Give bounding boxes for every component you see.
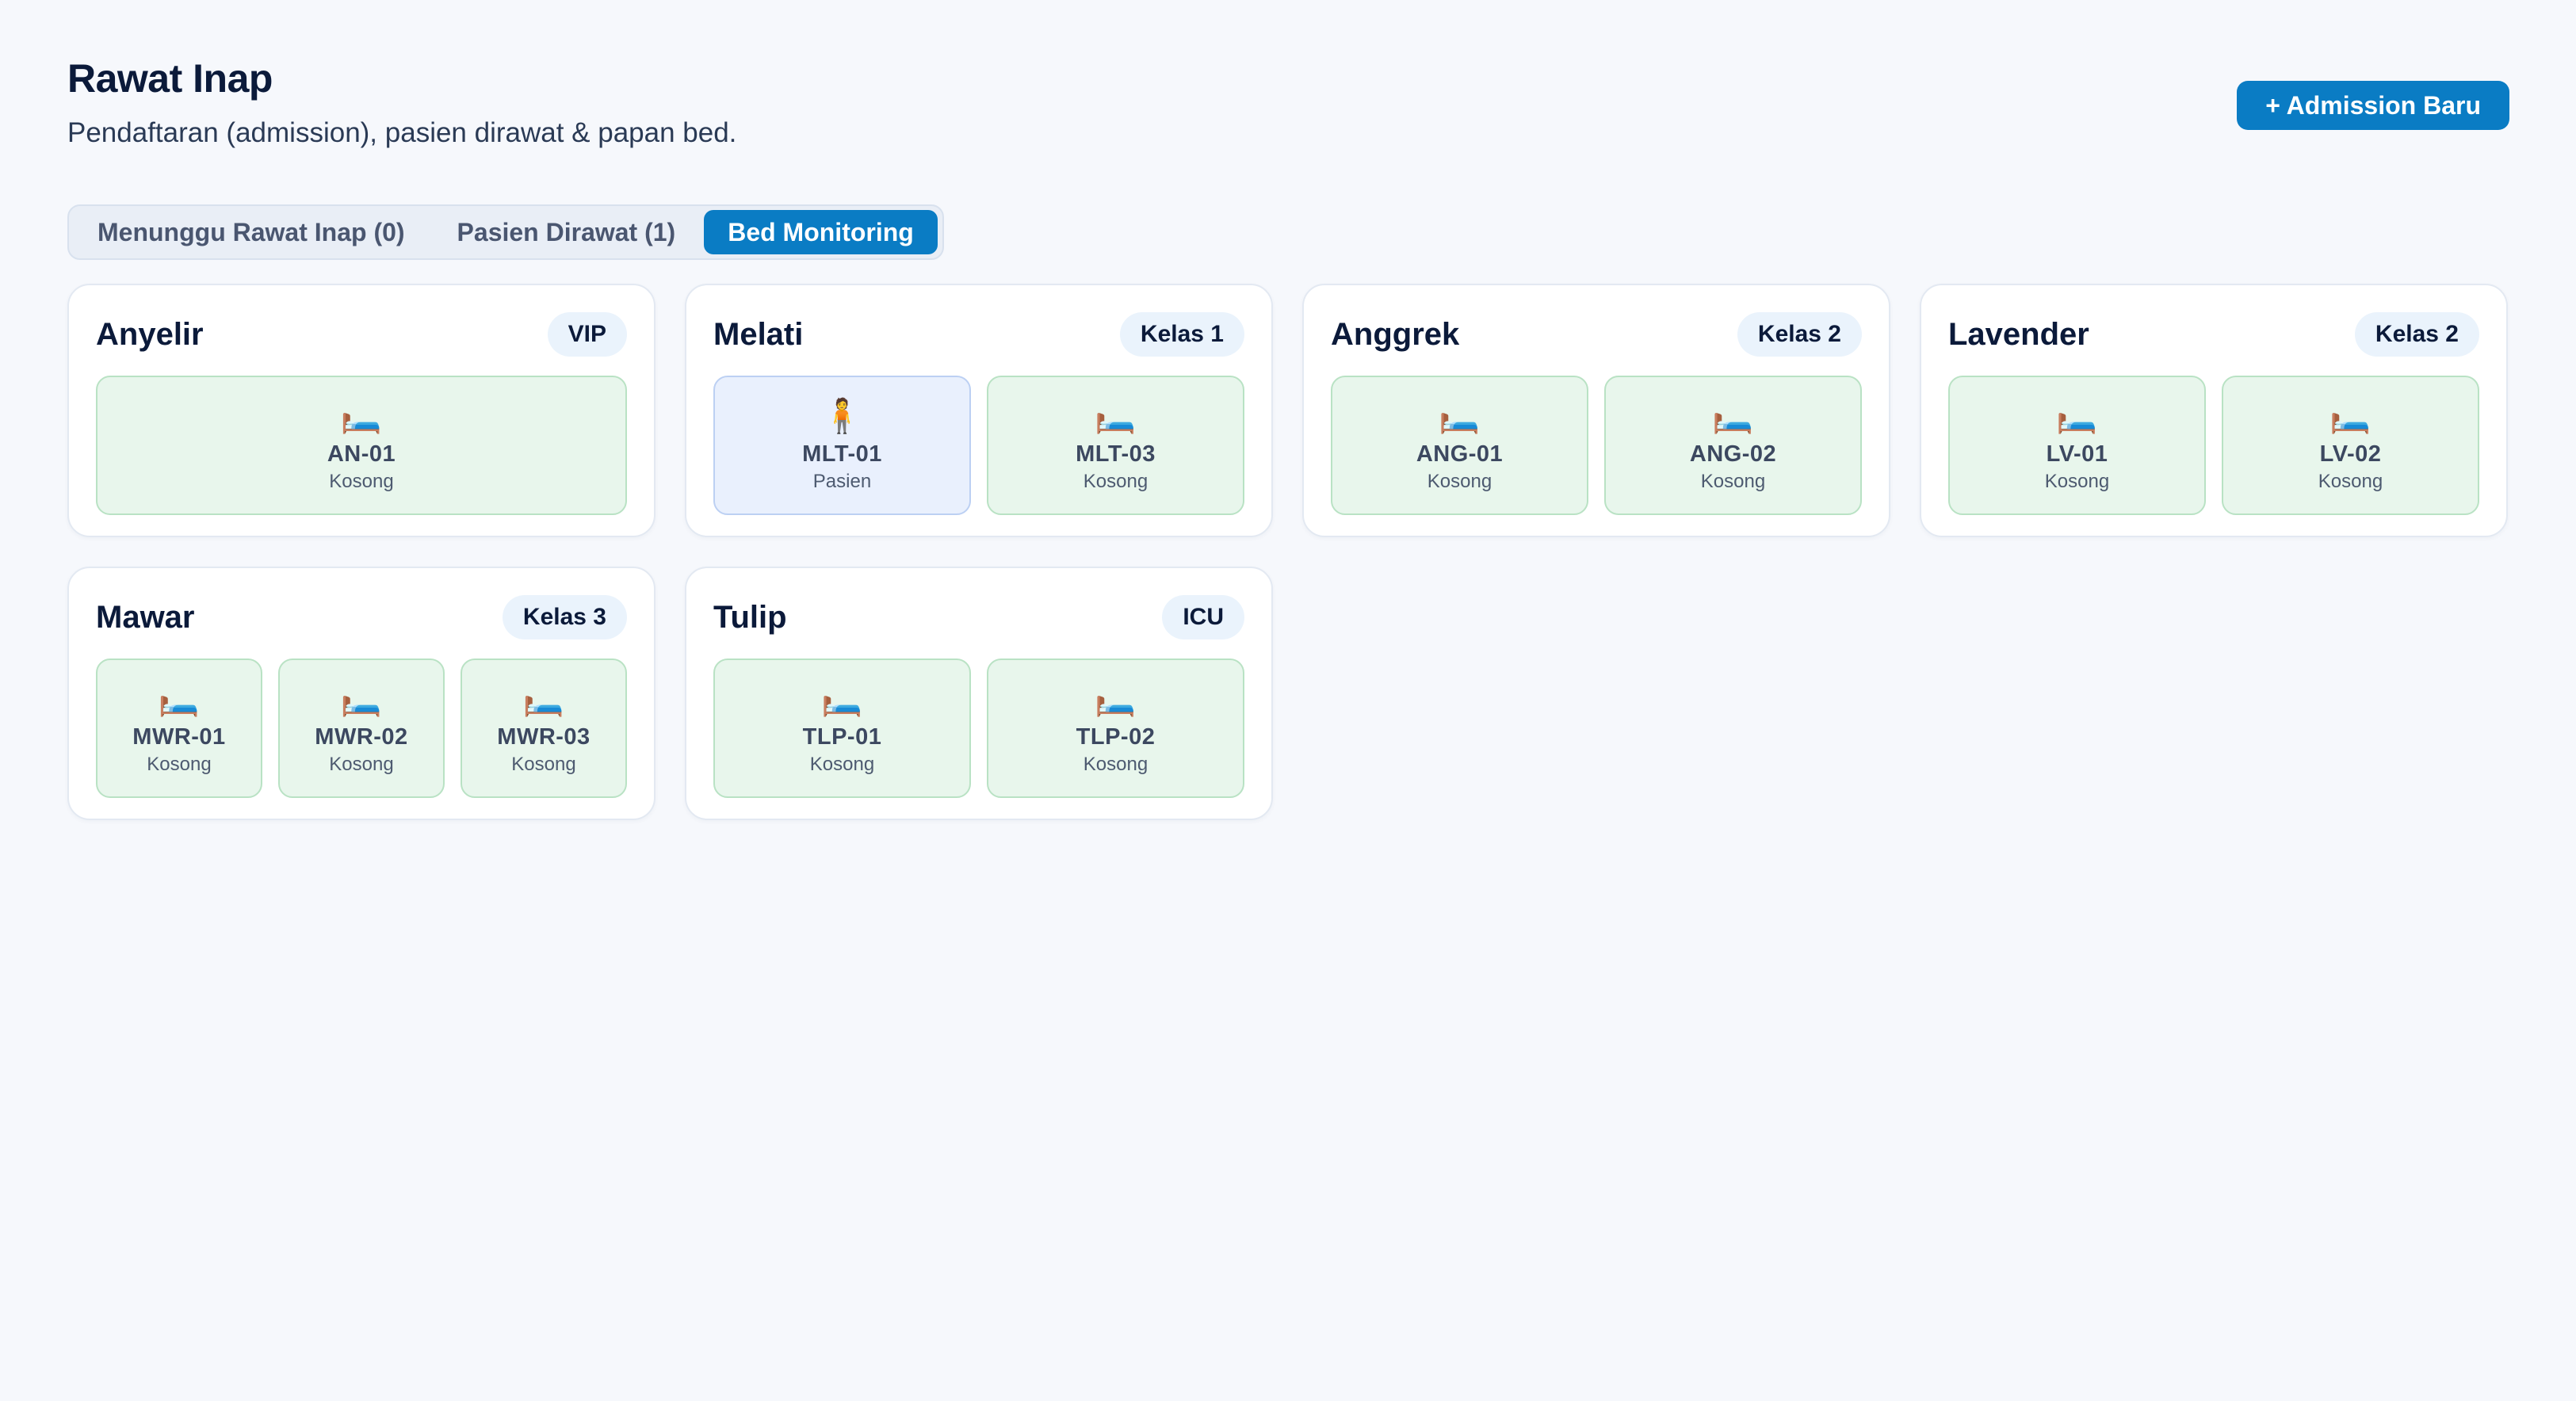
tab-label: Menunggu Rawat Inap (0): [97, 217, 405, 246]
bed-code: MWR-03: [497, 723, 590, 750]
page: Rawat Inap Pendaftaran (admission), pasi…: [0, 0, 2576, 1401]
bed-status: Kosong: [511, 753, 576, 775]
bed-code: ANG-02: [1689, 441, 1777, 467]
bed-code: MWR-01: [132, 723, 226, 750]
ward-card: Lavender Kelas 2 🛏️ LV-01 Kosong 🛏️ LV-02 Koson…: [1920, 284, 2508, 537]
ward-header: Mawar Kelas 3: [96, 595, 627, 639]
ward-card: Anyelir VIP 🛏️ AN-01 Kosong: [67, 284, 655, 537]
bed-list: 🧍 MLT-01 Pasien 🛏️ MLT-03 Kosong: [713, 376, 1244, 515]
bed-status: Kosong: [2318, 470, 2383, 492]
ward-header: Anggrek Kelas 2: [1331, 312, 1862, 357]
bed-icon: 🛏️: [821, 679, 863, 717]
ward-name: Melati: [713, 316, 804, 352]
bed-icon: 🛏️: [158, 679, 201, 717]
page-title: Rawat Inap: [67, 56, 273, 101]
ward-header: Anyelir VIP: [96, 312, 627, 357]
bed-icon: 🛏️: [522, 679, 565, 717]
page-header: Rawat Inap Pendaftaran (admission), pasi…: [67, 55, 736, 149]
bed-code: TLP-01: [802, 723, 882, 750]
bed-status: Kosong: [147, 753, 212, 775]
bed-code: TLP-02: [1076, 723, 1156, 750]
bed-tile[interactable]: 🧍 MLT-01 Pasien: [713, 376, 971, 515]
ward-card: Mawar Kelas 3 🛏️ MWR-01 Kosong 🛏️ MWR-02 Kosong…: [67, 567, 655, 820]
bed-icon: 🛏️: [1095, 396, 1137, 434]
bed-list: 🛏️ ANG-01 Kosong 🛏️ ANG-02 Kosong: [1331, 376, 1862, 515]
bed-tile[interactable]: 🛏️ LV-02 Kosong: [2222, 376, 2479, 515]
bed-status: Pasien: [812, 470, 872, 492]
ward-name: Anggrek: [1331, 316, 1460, 352]
ward-header: Melati Kelas 1: [713, 312, 1244, 357]
bed-icon: 🛏️: [1712, 396, 1754, 434]
bed-tile[interactable]: 🛏️ ANG-02 Kosong: [1604, 376, 1862, 515]
bed-icon: 🛏️: [340, 679, 383, 717]
bed-code: LV-02: [2319, 441, 2382, 467]
ward-class-badge: Kelas 3: [502, 595, 627, 639]
bed-tile[interactable]: 🛏️ LV-01 Kosong: [1948, 376, 2206, 515]
bed-status: Kosong: [1083, 753, 1148, 775]
bed-list: 🛏️ TLP-01 Kosong 🛏️ TLP-02 Kosong: [713, 659, 1244, 798]
bed-icon: 🛏️: [1095, 679, 1137, 717]
ward-class-badge: Kelas 2: [1737, 312, 1862, 357]
new-admission-label: + Admission Baru: [2265, 90, 2481, 120]
ward-card: Melati Kelas 1 🧍 MLT-01 Pasien 🛏️ MLT-03 Kosong: [685, 284, 1273, 537]
bed-code: MWR-02: [315, 723, 408, 750]
ward-grid: Anyelir VIP 🛏️ AN-01 Kosong Melati Kelas 1 🧍 MLT…: [67, 284, 2508, 820]
bed-status: Kosong: [809, 753, 875, 775]
bed-tile[interactable]: 🛏️ MWR-03 Kosong: [461, 659, 627, 798]
ward-class-badge: Kelas 1: [1119, 312, 1244, 357]
bed-tile[interactable]: 🛏️ AN-01 Kosong: [96, 376, 627, 515]
bed-icon: 🛏️: [1439, 396, 1481, 434]
bed-tile[interactable]: 🛏️ TLP-01 Kosong: [713, 659, 971, 798]
bed-code: AN-01: [327, 441, 396, 467]
bed-code: MLT-03: [1076, 441, 1156, 467]
bed-status: Kosong: [329, 753, 394, 775]
bed-status: Kosong: [2044, 470, 2110, 492]
ward-card: Tulip ICU 🛏️ TLP-01 Kosong 🛏️ TLP-02 Kosong: [685, 567, 1273, 820]
bed-tile[interactable]: 🛏️ MWR-02 Kosong: [278, 659, 445, 798]
bed-icon: 🛏️: [2056, 396, 2098, 434]
bed-status: Kosong: [1427, 470, 1492, 492]
bed-icon: 🛏️: [340, 396, 383, 434]
tab-bar: Menunggu Rawat Inap (0) Pasien Dirawat (…: [67, 204, 944, 260]
tab-label: Bed Monitoring: [728, 217, 914, 246]
bed-code: LV-01: [2046, 441, 2108, 467]
ward-name: Anyelir: [96, 316, 204, 352]
page-subtitle: Pendaftaran (admission), pasien dirawat …: [67, 117, 737, 148]
bed-list: 🛏️ LV-01 Kosong 🛏️ LV-02 Kosong: [1948, 376, 2479, 515]
ward-name: Lavender: [1948, 316, 2089, 352]
ward-class-badge: VIP: [547, 312, 627, 357]
ward-card: Anggrek Kelas 2 🛏️ ANG-01 Kosong 🛏️ ANG-02 Koso…: [1302, 284, 1890, 537]
bed-tile[interactable]: 🛏️ MLT-03 Kosong: [987, 376, 1244, 515]
bed-status: Kosong: [329, 470, 394, 492]
bed-status: Kosong: [1083, 470, 1148, 492]
bed-tile[interactable]: 🛏️ TLP-02 Kosong: [987, 659, 1244, 798]
tab-inpatients[interactable]: Pasien Dirawat (1): [434, 210, 700, 254]
bed-code: MLT-01: [802, 441, 882, 467]
ward-class-badge: ICU: [1162, 595, 1244, 639]
ward-header: Tulip ICU: [713, 595, 1244, 639]
tab-bed-monitoring[interactable]: Bed Monitoring: [704, 210, 938, 254]
new-admission-button[interactable]: + Admission Baru: [2237, 81, 2509, 130]
tab-waiting-admission[interactable]: Menunggu Rawat Inap (0): [74, 210, 429, 254]
tab-label: Pasien Dirawat (1): [457, 217, 676, 246]
bed-status: Kosong: [1700, 470, 1766, 492]
ward-header: Lavender Kelas 2: [1948, 312, 2479, 357]
ward-name: Mawar: [96, 599, 195, 635]
bed-icon: 🛏️: [2329, 396, 2372, 434]
bed-tile[interactable]: 🛏️ ANG-01 Kosong: [1331, 376, 1588, 515]
bed-list: 🛏️ AN-01 Kosong: [96, 376, 627, 515]
ward-name: Tulip: [713, 599, 787, 635]
bed-code: ANG-01: [1416, 441, 1504, 467]
ward-class-badge: Kelas 2: [2354, 312, 2479, 357]
bed-list: 🛏️ MWR-01 Kosong 🛏️ MWR-02 Kosong 🛏️ MWR-03 Koso…: [96, 659, 627, 798]
bed-tile[interactable]: 🛏️ MWR-01 Kosong: [96, 659, 262, 798]
patient-icon: 🧍: [821, 396, 863, 434]
